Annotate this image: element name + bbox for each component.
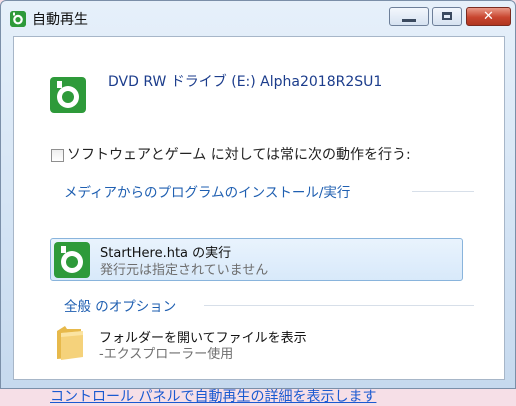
close-button[interactable]: ✕ xyxy=(466,7,511,26)
section-divider xyxy=(204,305,474,306)
minimize-button[interactable] xyxy=(389,7,429,26)
control-panel-link[interactable]: コントロール パネルで自動再生の詳細を表示します xyxy=(50,386,376,406)
maximize-button[interactable] xyxy=(432,7,462,26)
autoplay-icon xyxy=(10,11,26,27)
section-heading-general: 全般 のオプション xyxy=(64,299,177,315)
run-option-subtitle: 発行元は指定されていません xyxy=(100,263,269,278)
autoplay-window: 自動再生 ✕ DVD RW ドライブ (E:) Alpha2018R2SU1 ソ… xyxy=(0,0,516,405)
content-panel: DVD RW ドライブ (E:) Alpha2018R2SU1 ソフトウェアとゲ… xyxy=(13,36,505,405)
section-divider xyxy=(412,191,474,192)
always-do-label[interactable]: ソフトウェアとゲーム に対しては常に次の動作を行う: xyxy=(67,144,411,164)
drive-title: DVD RW ドライブ (E:) Alpha2018R2SU1 xyxy=(108,74,383,90)
run-program-option[interactable]: StartHere.hta の実行 発行元は指定されていません xyxy=(50,238,463,281)
always-do-checkbox[interactable] xyxy=(51,149,64,162)
autoplay-icon xyxy=(54,242,90,278)
autoplay-icon xyxy=(50,77,86,113)
folder-icon xyxy=(55,323,85,361)
maximize-icon xyxy=(442,12,452,20)
section-heading-install: メディアからのプログラムのインストール/実行 xyxy=(64,185,351,201)
minimize-icon xyxy=(402,19,416,22)
open-folder-option[interactable]: フォルダーを開いてファイルを表示 -エクスプローラー使用 xyxy=(50,321,463,365)
title-bar[interactable]: 自動再生 ✕ xyxy=(1,1,515,35)
open-folder-subtitle: -エクスプローラー使用 xyxy=(99,347,234,362)
window-title: 自動再生 xyxy=(32,12,88,28)
close-icon: ✕ xyxy=(483,9,494,24)
